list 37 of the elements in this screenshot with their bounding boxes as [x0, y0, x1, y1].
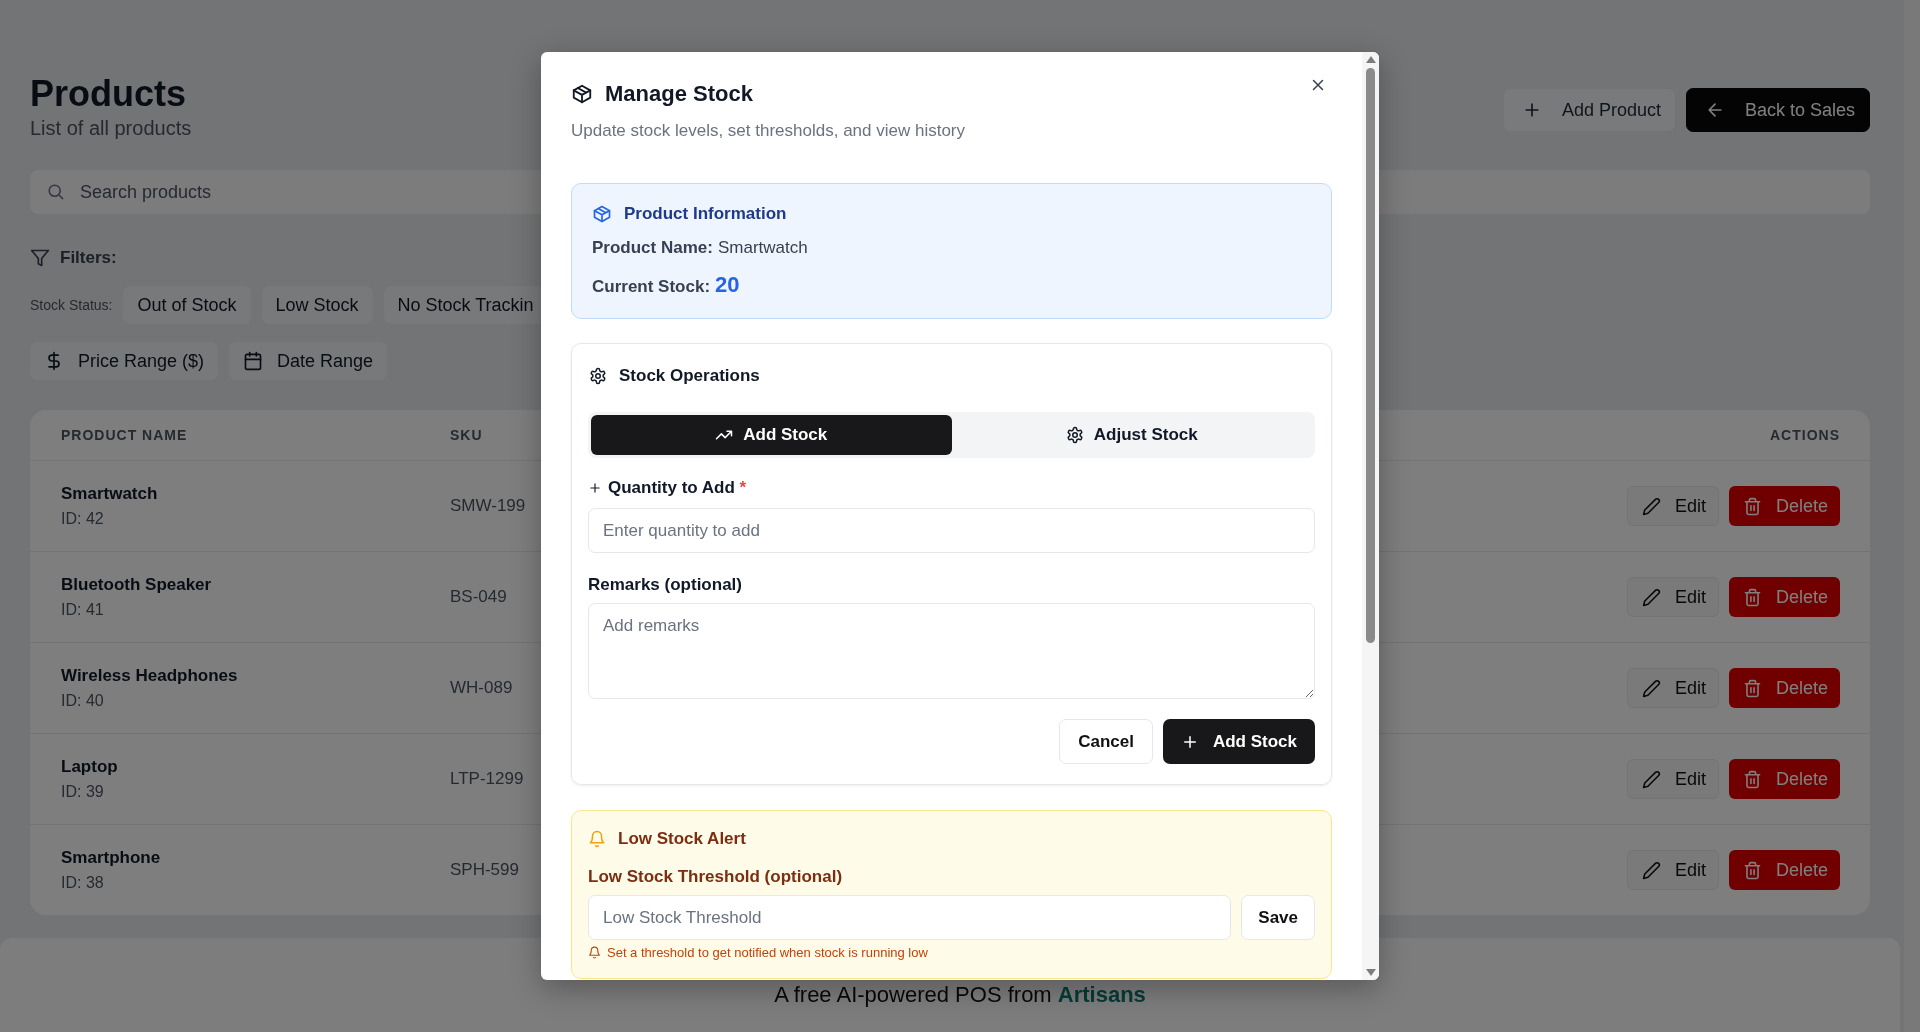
sku-cell: SMW-199	[450, 496, 526, 516]
product-id: ID: 38	[61, 874, 105, 892]
section-title: Low Stock Alert	[618, 829, 746, 849]
product-name: Smartphone	[61, 848, 161, 868]
field-label: Remarks (optional)	[588, 575, 743, 595]
modal-subtitle: Update stock levels, set thresholds, and view history	[571, 121, 967, 141]
section-title: Stock Operations	[619, 366, 760, 386]
field-label: Current Stock:	[592, 277, 711, 297]
field-label: Quantity to Add *	[608, 478, 747, 498]
product-name: Wireless Headphones	[61, 666, 238, 686]
sku-cell: LTP-1299	[450, 769, 524, 789]
sku-cell: SPH-599	[450, 860, 519, 880]
product-name: Smartwatch	[61, 484, 158, 504]
column-header: SKU	[450, 427, 483, 443]
required-mark: *	[739, 478, 747, 497]
modal-title: Manage Stock	[605, 81, 753, 107]
footer-text: A free AI-powered POS from Artisans	[774, 982, 1146, 1009]
hint-text: Set a threshold to get notified when stock is running low	[607, 945, 928, 960]
field-label: Product Name:	[592, 238, 713, 258]
column-header: ACTIONS	[1770, 427, 1840, 443]
filters-label: Filters:	[60, 248, 117, 268]
product-name: Bluetooth Speaker	[61, 575, 212, 595]
product-id: ID: 42	[61, 510, 105, 528]
product-id: ID: 39	[61, 783, 105, 801]
product-name: Laptop	[61, 757, 118, 777]
page-subtitle: List of all products	[30, 117, 192, 140]
section-title: Product Information	[624, 204, 787, 224]
sku-cell: BS-049	[450, 587, 507, 607]
field-label: Low Stock Threshold (optional)	[588, 867, 844, 887]
stock-status-label: Stock Status:	[30, 297, 113, 313]
product-id: ID: 41	[61, 601, 105, 619]
product-id: ID: 40	[61, 692, 105, 710]
field-value: 20	[715, 272, 740, 298]
column-header: PRODUCT NAME	[61, 427, 188, 443]
page-title: Products	[30, 73, 188, 115]
field-value: Smartwatch	[717, 238, 808, 258]
sku-cell: WH-089	[450, 678, 513, 698]
